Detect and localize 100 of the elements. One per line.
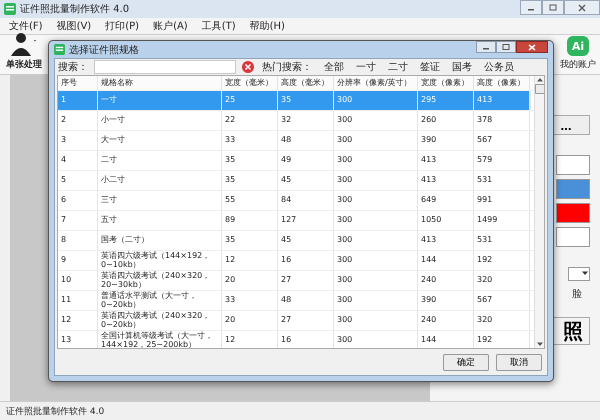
clear-icon[interactable] xyxy=(242,61,254,73)
table-cell: 567 xyxy=(474,131,530,150)
table-cell: 49 xyxy=(278,151,334,170)
tool-label[interactable]: 单张处理 xyxy=(6,58,42,71)
tool-label[interactable]: 我的账户 xyxy=(560,58,596,71)
table-cell: 649 xyxy=(418,191,474,210)
menu-item[interactable]: 打印(P) xyxy=(105,19,140,33)
table-cell: 413 xyxy=(418,171,474,190)
close-icon xyxy=(578,4,586,12)
scroll-thumb[interactable] xyxy=(535,84,544,94)
column-header[interactable]: 宽度（毫米） xyxy=(222,76,278,90)
hot-search-link[interactable]: 一寸 xyxy=(356,60,376,74)
table-cell: 32 xyxy=(278,111,334,130)
window-title: 证件照批量制作软件 4.0 xyxy=(20,2,130,16)
menu-item[interactable]: 文件(F) xyxy=(9,19,43,33)
table-cell: 5 xyxy=(58,171,98,190)
table-cell: 25 xyxy=(222,91,278,110)
table-cell: 390 xyxy=(418,291,474,310)
maximize-button[interactable] xyxy=(542,0,564,15)
table-cell: 27 xyxy=(278,311,334,330)
table-row[interactable]: 12 英语四六级考试（240×320，0~20kb） 20 27 300 240 320 xyxy=(58,311,534,331)
table-cell: 13 xyxy=(58,331,98,348)
close-button[interactable] xyxy=(516,41,548,53)
search-field[interactable] xyxy=(94,60,236,74)
hot-search-link[interactable]: 二寸 xyxy=(388,60,408,74)
table-cell: 320 xyxy=(474,311,530,330)
table-cell: 300 xyxy=(334,231,418,250)
menu-item[interactable]: 帮助(H) xyxy=(250,19,285,33)
column-header[interactable]: 分辨率（像素/英寸） xyxy=(334,76,418,90)
table-cell: 45 xyxy=(278,171,334,190)
table-cell: 579 xyxy=(474,151,530,170)
cancel-button[interactable]: 取消 xyxy=(496,354,542,370)
table-cell: 300 xyxy=(334,91,418,110)
table-cell: 英语四六级考试（144×192，0~10kb） xyxy=(98,251,222,270)
close-button[interactable] xyxy=(564,0,600,15)
table-row[interactable]: 4 二寸 35 49 300 413 579 xyxy=(58,151,534,171)
table-cell: 3 xyxy=(58,131,98,150)
scroll-down-icon[interactable] xyxy=(536,340,544,348)
table-row[interactable]: 11 普通话水平测试（大一寸，0~20kb） 33 48 300 390 567 xyxy=(58,291,534,311)
table-cell: 12 xyxy=(222,331,278,348)
color-swatch[interactable] xyxy=(556,155,590,175)
table-cell: 991 xyxy=(474,191,530,210)
table-cell: 300 xyxy=(334,111,418,130)
column-header[interactable]: 高度（毫米） xyxy=(278,76,334,90)
table-row[interactable]: 8 国考（二寸） 35 45 300 413 531 xyxy=(58,231,534,251)
person-icon xyxy=(9,32,39,56)
table-cell: 240 xyxy=(418,271,474,290)
table-cell: 小一寸 xyxy=(98,111,222,130)
table-row[interactable]: 7 五寸 89 127 300 1050 1499 xyxy=(58,211,534,231)
app-icon xyxy=(54,44,65,55)
table-row[interactable]: 6 三寸 55 84 300 649 991 xyxy=(58,191,534,211)
table-cell: 48 xyxy=(278,131,334,150)
table-row[interactable]: 5 小二寸 35 45 300 413 531 xyxy=(58,171,534,191)
column-header[interactable]: 高度（像素） xyxy=(474,76,530,90)
close-icon xyxy=(528,44,536,50)
maximize-button[interactable] xyxy=(496,41,516,53)
table-cell: 295 xyxy=(418,91,474,110)
column-header[interactable]: 规格名称 xyxy=(98,76,222,90)
table-row[interactable]: 9 英语四六级考试（144×192，0~10kb） 12 16 300 144 192 xyxy=(58,251,534,271)
dropdown[interactable] xyxy=(568,267,590,281)
column-header[interactable]: 序号 xyxy=(58,76,98,90)
table-cell: 413 xyxy=(418,151,474,170)
hot-search-link[interactable]: 签证 xyxy=(420,60,440,74)
table-cell: 22 xyxy=(222,111,278,130)
table-cell: 33 xyxy=(222,291,278,310)
table-row[interactable]: 3 大一寸 33 48 300 390 567 xyxy=(58,131,534,151)
color-swatch[interactable] xyxy=(556,227,590,247)
scrollbar[interactable] xyxy=(534,76,544,348)
color-swatch[interactable] xyxy=(556,203,590,223)
table-cell: 300 xyxy=(334,211,418,230)
table-cell: 1499 xyxy=(474,211,530,230)
table-cell: 300 xyxy=(334,171,418,190)
table-row[interactable]: 2 小一寸 22 32 300 260 378 xyxy=(58,111,534,131)
table-row[interactable]: 10 英语四六级考试（240×320，20~30kb） 20 27 300 240 320 xyxy=(58,271,534,291)
table-cell: 300 xyxy=(334,191,418,210)
table-cell: 英语四六级考试（240×320，20~30kb） xyxy=(98,271,222,290)
table-cell: 300 xyxy=(334,331,418,348)
table-cell: 240 xyxy=(418,311,474,330)
table-cell: 1 xyxy=(58,91,98,110)
table-cell: 2 xyxy=(58,111,98,130)
table-cell: 300 xyxy=(334,251,418,270)
option-label: 脸 xyxy=(572,288,582,301)
table-cell: 320 xyxy=(474,271,530,290)
table-cell: 7 xyxy=(58,211,98,230)
table-cell: 300 xyxy=(334,131,418,150)
minimize-button[interactable] xyxy=(476,41,496,53)
table-cell: 16 xyxy=(278,331,334,348)
menu-item[interactable]: 工具(T) xyxy=(202,19,236,33)
hot-search-link[interactable]: 公务员 xyxy=(484,60,514,74)
hot-search-link[interactable]: 国考 xyxy=(452,60,472,74)
menu-item[interactable]: 账户(A) xyxy=(153,19,188,33)
color-swatch[interactable] xyxy=(556,179,590,199)
column-header[interactable]: 宽度（像素） xyxy=(418,76,474,90)
confirm-button[interactable]: 确定 xyxy=(443,354,489,370)
table-cell: 27 xyxy=(278,271,334,290)
table-cell: 55 xyxy=(222,191,278,210)
minimize-button[interactable] xyxy=(520,0,542,15)
table-cell: 35 xyxy=(222,231,278,250)
menu-item[interactable]: 视图(V) xyxy=(56,19,92,33)
hot-search-link[interactable]: 全部 xyxy=(324,60,344,74)
